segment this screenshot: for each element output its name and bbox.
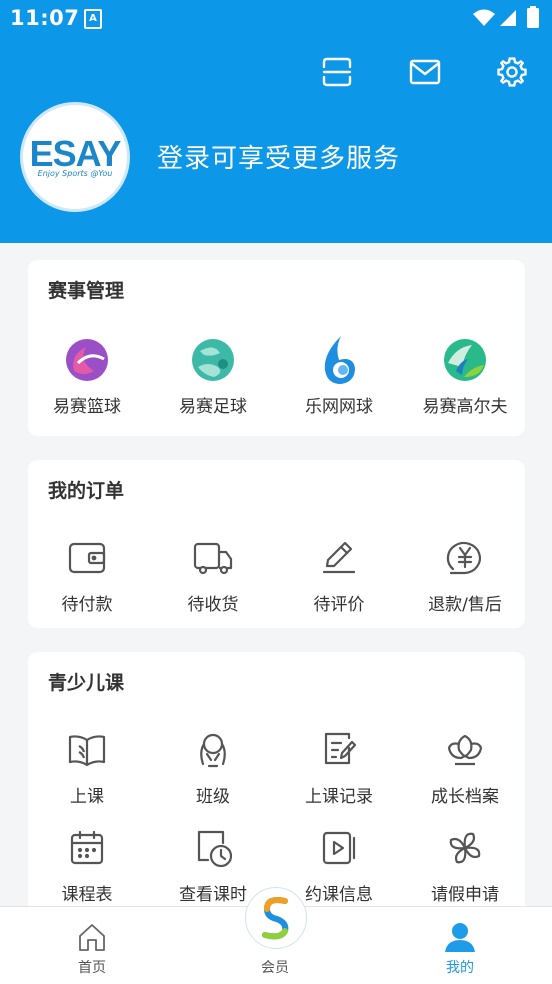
events-card: 赛事管理 易赛篮球 易赛足球 乐网网球 易赛高尔夫 xyxy=(28,260,525,436)
basketball-label: 易赛篮球 xyxy=(53,397,121,417)
pending-delivery-entry[interactable]: 待收货 xyxy=(151,534,275,615)
tennis-logo-icon xyxy=(324,336,355,384)
member-center-button[interactable] xyxy=(245,887,307,949)
golf-label: 易赛高尔夫 xyxy=(422,397,508,417)
truck-icon xyxy=(193,542,233,575)
class-entry[interactable]: 班级 xyxy=(151,726,275,807)
gear-icon xyxy=(497,57,527,87)
class-record-label: 上课记录 xyxy=(305,787,373,807)
orders-card: 我的订单 待付款 待收货 待评价 退款/售后 xyxy=(28,460,525,628)
schedule-entry[interactable]: 课程表 xyxy=(25,824,149,905)
calendar-icon xyxy=(70,830,104,865)
golf-logo-icon xyxy=(444,339,486,381)
wifi-icon xyxy=(473,9,495,26)
basketball-entry[interactable]: 易赛篮球 xyxy=(25,336,149,417)
pending-payment-entry[interactable]: 待付款 xyxy=(25,534,149,615)
tab-mine-label: 我的 xyxy=(446,960,474,976)
book-icon xyxy=(68,735,106,767)
member-logo-icon xyxy=(262,897,289,940)
tab-home-label: 首页 xyxy=(78,960,106,976)
schedule-label: 课程表 xyxy=(61,885,113,905)
events-title: 赛事管理 xyxy=(48,280,125,302)
class-icon xyxy=(200,733,226,768)
user-icon xyxy=(445,923,475,952)
kids-title: 青少儿课 xyxy=(48,672,125,694)
attend-class-label: 上课 xyxy=(70,787,104,807)
refund-icon xyxy=(446,541,481,575)
pending-review-entry[interactable]: 待评价 xyxy=(277,534,401,615)
kids-card: 青少儿课 上课 班级 上课记录 成长档案 课程表 查看课时 约课信息 请假申请 xyxy=(28,652,525,906)
basketball-logo-icon xyxy=(66,339,108,381)
booking-info-entry[interactable]: 约课信息 xyxy=(277,824,401,905)
pending-review-label: 待评价 xyxy=(313,595,365,615)
leave-request-label: 请假申请 xyxy=(431,885,499,905)
football-label: 易赛足球 xyxy=(179,397,247,417)
refund-entry[interactable]: 退款/售后 xyxy=(403,534,527,615)
video-icon xyxy=(322,831,356,865)
messages-button[interactable] xyxy=(405,52,445,92)
signal-icon xyxy=(500,10,516,26)
tab-member[interactable]: 会员 xyxy=(235,957,315,977)
flower-icon xyxy=(447,734,483,766)
home-icon xyxy=(79,924,105,951)
profile-header: ESAY Enjoy Sports @You 登录可享受更多服务 xyxy=(0,38,552,243)
logo-tagline: Enjoy Sports @You xyxy=(37,169,113,178)
tab-mine[interactable]: 我的 xyxy=(420,921,500,977)
status-time: 11:07 xyxy=(10,6,80,30)
tab-member-label: 会员 xyxy=(261,960,289,976)
avatar[interactable]: ESAY Enjoy Sports @You xyxy=(23,105,127,209)
class-record-entry[interactable]: 上课记录 xyxy=(277,726,401,807)
growth-file-entry[interactable]: 成长档案 xyxy=(403,726,527,807)
clock-doc-icon xyxy=(197,830,233,868)
tennis-label: 乐网网球 xyxy=(305,397,373,417)
tennis-entry[interactable]: 乐网网球 xyxy=(277,336,401,417)
scan-button[interactable] xyxy=(317,52,357,92)
attend-class-entry[interactable]: 上课 xyxy=(25,726,149,807)
orders-title: 我的订单 xyxy=(48,480,125,502)
scan-icon xyxy=(322,57,352,87)
wallet-icon xyxy=(68,542,106,574)
football-logo-icon xyxy=(192,339,234,381)
tab-home[interactable]: 首页 xyxy=(52,921,132,977)
battery-icon xyxy=(527,6,539,28)
golf-entry[interactable]: 易赛高尔夫 xyxy=(403,336,527,417)
pen-icon xyxy=(322,541,356,574)
settings-button[interactable] xyxy=(492,52,532,92)
pinwheel-icon xyxy=(449,832,481,864)
leave-request-entry[interactable]: 请假申请 xyxy=(403,824,527,905)
pending-delivery-label: 待收货 xyxy=(187,595,239,615)
growth-file-label: 成长档案 xyxy=(431,787,499,807)
login-prompt[interactable]: 登录可享受更多服务 xyxy=(157,138,400,175)
status-bar: 11:07 A xyxy=(0,0,552,38)
football-entry[interactable]: 易赛足球 xyxy=(151,336,275,417)
class-label: 班级 xyxy=(196,787,230,807)
mail-icon xyxy=(409,59,441,85)
app-notification-icon: A xyxy=(84,9,102,29)
record-icon xyxy=(324,732,357,765)
refund-label: 退款/售后 xyxy=(428,595,502,615)
pending-payment-label: 待付款 xyxy=(61,595,113,615)
